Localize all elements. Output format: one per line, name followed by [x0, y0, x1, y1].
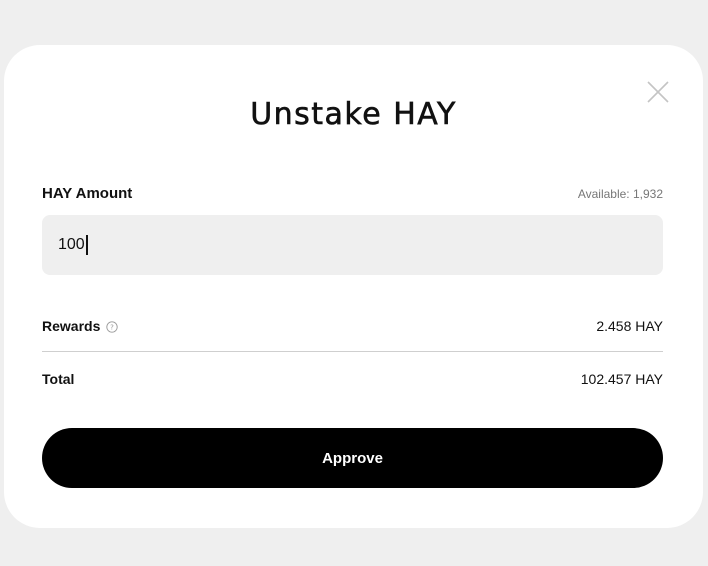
- amount-label: HAY Amount: [42, 185, 133, 202]
- divider: [42, 351, 663, 352]
- unstake-dialog: Unstake HAY HAY Amount Available: 1,932 …: [4, 45, 703, 528]
- total-label: Total: [42, 371, 75, 387]
- dialog-title: Unstake HAY: [250, 97, 457, 133]
- amount-label-row: HAY Amount Available: 1,932: [42, 185, 663, 205]
- total-row: Total 102.457 HAY: [42, 371, 663, 393]
- svg-text:?: ?: [110, 324, 114, 332]
- question-circle-icon[interactable]: ?: [106, 321, 118, 333]
- text-caret: [86, 235, 88, 255]
- rewards-row: Rewards ? 2.458 HAY: [42, 318, 663, 340]
- total-value: 102.457 HAY: [580, 371, 663, 387]
- rewards-value: 2.458 HAY: [596, 318, 663, 334]
- rewards-label: Rewards: [42, 318, 101, 334]
- approve-button[interactable]: Approve: [42, 428, 663, 488]
- available-balance: Available: 1,932: [577, 187, 663, 201]
- amount-input[interactable]: [42, 215, 663, 275]
